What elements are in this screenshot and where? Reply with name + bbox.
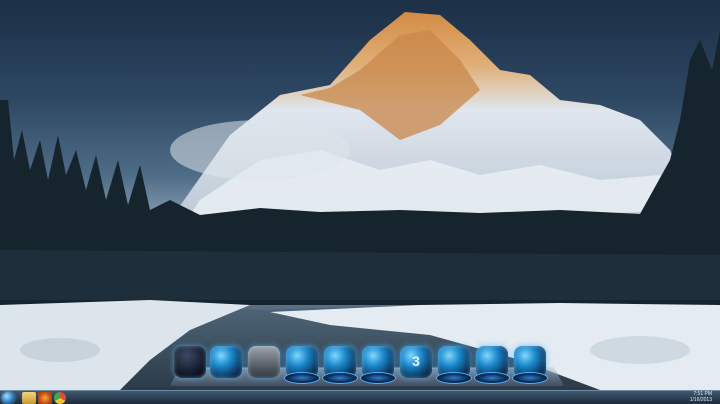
media-player-icon[interactable]: [38, 392, 52, 404]
monitor-icon[interactable]: [208, 344, 244, 384]
clock-date: 1/16/2013: [689, 397, 712, 403]
wallpaper-scene: [0, 12, 720, 390]
recycle-bin-icon[interactable]: [246, 344, 282, 384]
app-icon-4[interactable]: 3: [398, 344, 434, 384]
start-button[interactable]: [2, 392, 14, 404]
app-icon-1[interactable]: [284, 344, 320, 384]
taskbar: 7:51 PM 1/16/2013: [0, 390, 720, 404]
app-icon-7[interactable]: [512, 344, 548, 384]
app-icon-5[interactable]: [436, 344, 472, 384]
system-tray-clock[interactable]: 7:51 PM 1/16/2013: [672, 391, 712, 404]
dock: 3: [172, 344, 564, 388]
app-icon-2[interactable]: [322, 344, 358, 384]
folder-icon[interactable]: [22, 392, 36, 404]
dock-item-label: 3: [412, 353, 420, 369]
desktop-wallpaper: [0, 0, 720, 390]
app-icon-6[interactable]: [474, 344, 510, 384]
chrome-icon[interactable]: [54, 392, 66, 404]
shield-icon[interactable]: [172, 344, 208, 384]
app-icon-3[interactable]: [360, 344, 396, 384]
